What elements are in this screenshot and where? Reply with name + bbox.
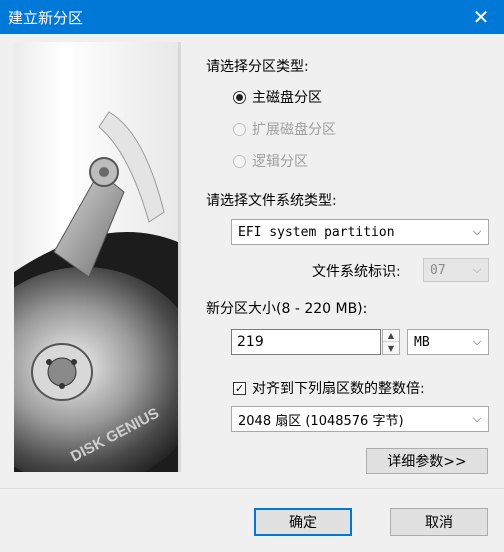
- disk-genius-illustration: DISK GENIUS: [14, 42, 181, 472]
- spin-up-icon[interactable]: ▲: [383, 330, 399, 342]
- size-label: 新分区大小(8 - 220 MB):: [206, 301, 368, 317]
- radio-extended-partition[interactable]: 扩展磁盘分区: [233, 119, 336, 139]
- fs-type-select[interactable]: EFI system partition ⌵: [231, 219, 489, 245]
- fs-type-label: 请选择文件系统类型:: [206, 193, 337, 209]
- align-select[interactable]: 2048 扇区 (1048576 字节) ⌵: [231, 406, 489, 432]
- align-value: 2048 扇区 (1048576 字节): [238, 413, 404, 429]
- footer-divider: [0, 488, 504, 489]
- chevron-down-icon: ⌵: [472, 335, 482, 348]
- dialog-body: DISK GENIUS 请选择分区类型: 主磁盘分区 扩展磁盘分区 逻辑分区 请…: [0, 34, 504, 552]
- spin-down-icon[interactable]: ▼: [383, 342, 399, 354]
- radio-label: 主磁盘分区: [252, 90, 322, 106]
- size-input[interactable]: 219: [231, 329, 381, 355]
- radio-logical-partition[interactable]: 逻辑分区: [233, 151, 308, 171]
- title-bar: 建立新分区 ✕: [0, 0, 504, 34]
- size-spinner[interactable]: ▲ ▼: [382, 329, 400, 355]
- fs-type-value: EFI system partition: [238, 224, 395, 240]
- ok-button[interactable]: 确定: [254, 508, 352, 536]
- radio-label: 扩展磁盘分区: [252, 122, 336, 138]
- hard-disk-icon: DISK GENIUS: [14, 111, 178, 472]
- cancel-button[interactable]: 取消: [390, 508, 488, 536]
- details-button[interactable]: 详细参数>>: [366, 448, 488, 474]
- radio-icon: [233, 154, 246, 168]
- chevron-down-icon: ⌵: [472, 263, 482, 276]
- chevron-down-icon: ⌵: [472, 225, 482, 238]
- fs-id-value: 07: [430, 262, 446, 278]
- radio-icon: [233, 122, 246, 136]
- partition-type-label: 请选择分区类型:: [206, 59, 309, 75]
- fs-id-label: 文件系统标识:: [312, 264, 401, 280]
- close-icon[interactable]: ✕: [458, 0, 504, 34]
- window-title: 建立新分区: [8, 9, 84, 27]
- chevron-down-icon: ⌵: [472, 412, 482, 425]
- radio-label: 逻辑分区: [252, 154, 308, 170]
- align-checkbox[interactable]: ✓ 对齐到下列扇区数的整数倍:: [233, 378, 425, 398]
- fs-id-select[interactable]: 07 ⌵: [423, 258, 489, 282]
- size-unit-value: MB: [414, 334, 430, 350]
- radio-selected-icon: [233, 90, 246, 104]
- size-value: 219: [237, 334, 264, 350]
- radio-primary-partition[interactable]: 主磁盘分区: [233, 87, 322, 107]
- size-unit-select[interactable]: MB ⌵: [407, 329, 489, 355]
- checkmark-icon: ✓: [233, 381, 246, 395]
- align-label: 对齐到下列扇区数的整数倍:: [252, 381, 425, 397]
